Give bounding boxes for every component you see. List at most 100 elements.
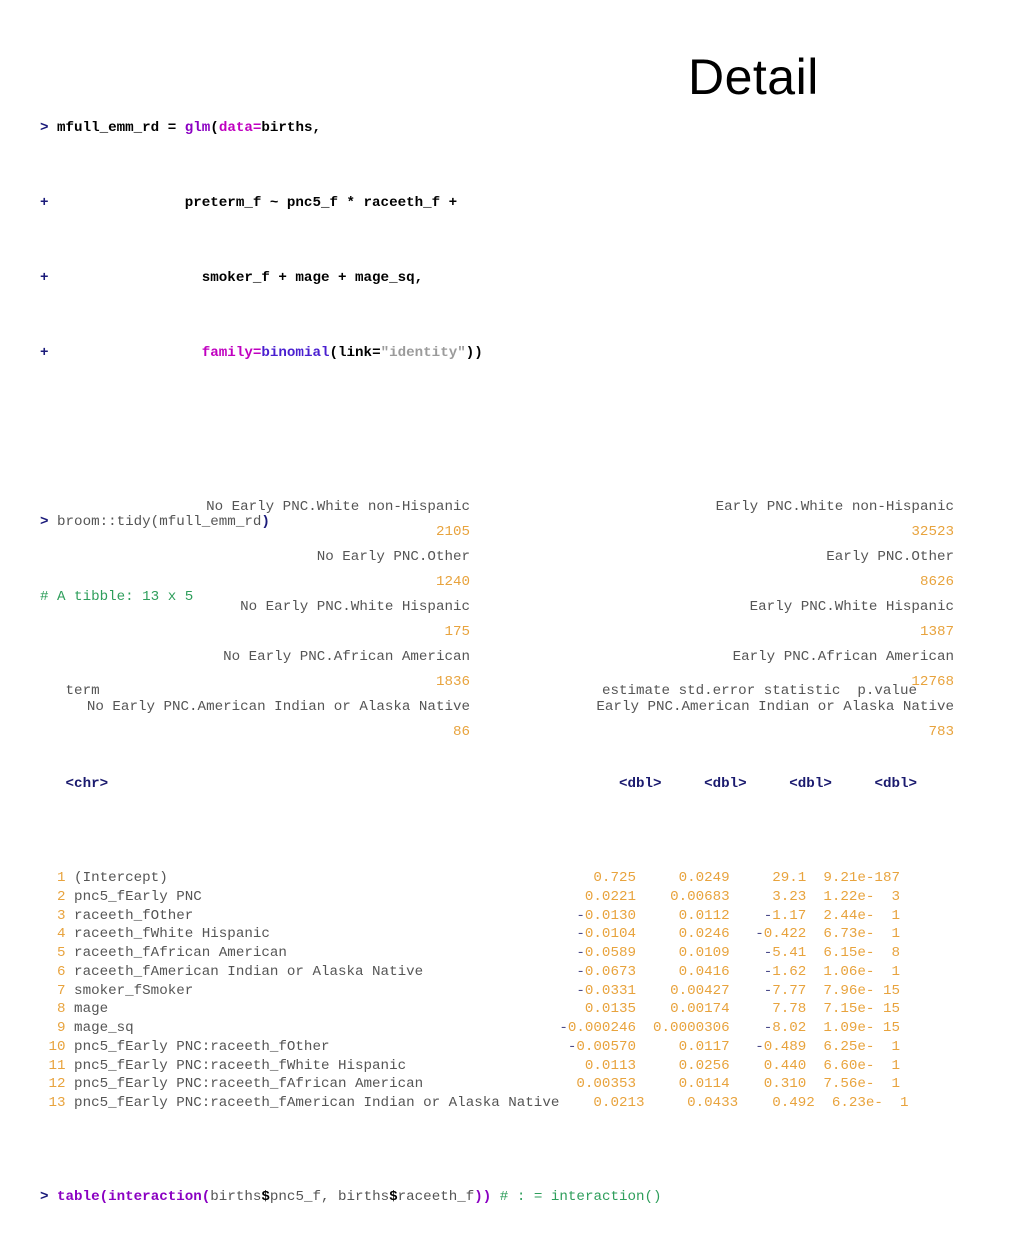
tibble-cell-estimate-value: 0.0589 <box>584 945 636 961</box>
tibble-cell-estimate-sign: - <box>559 1020 568 1036</box>
tibble-cell-estimate-sign: - <box>576 963 585 980</box>
tibble-cell-statistic-value: 29.1 <box>772 870 807 886</box>
tibble-cell-estimate-sign: - <box>567 1038 577 1055</box>
tibble-cell-std-error-value: 0.0256 <box>678 1057 730 1074</box>
tibble-cell-estimate-pad <box>551 1001 585 1017</box>
tibble-cell-estimate-value: 0.0104 <box>584 926 636 943</box>
tibble-cell-std-error: 0.0256 <box>636 1058 730 1074</box>
crosstab-cell-right: Early PNC.Other 8626 <box>524 545 954 595</box>
glm-assignment-text: mfull_emm_rd = <box>48 120 185 136</box>
tibble-cell-p-value-value: 9.21e-187 <box>823 870 900 886</box>
tibble-row-number: 9 <box>40 1020 66 1036</box>
tibble-cell-statistic-value: 0.492 <box>772 1095 815 1111</box>
glm-family-indent <box>49 345 202 361</box>
console-line-glm-4: + family=binomial(link="identity")) <box>40 344 1000 363</box>
crosstab-row: No Early PNC.African American 1836 Early P… <box>40 645 984 695</box>
tibble-cell-p-value-value: 1.22e- 3 <box>823 888 900 905</box>
tibble-cell-statistic: 29.1 <box>730 870 807 886</box>
tibble-cell-std-error-value: 0.0112 <box>678 907 730 924</box>
tibble-cell-p-value: 2.44e- 1 <box>806 908 900 924</box>
crosstab-category-label: Early PNC.White non-Hispanic <box>715 499 954 515</box>
tibble-cell-estimate-value: 0.0130 <box>584 907 636 924</box>
dollar-operator-2: $ <box>389 1188 398 1205</box>
tibble-cell-p-value-pad <box>806 870 823 886</box>
tibble-row: 8 mage 0.0135 0.00174 7.78 7.15e- 15 <box>40 1000 1000 1019</box>
tibble-cell-p-value: 1.22e- 3 <box>806 889 900 905</box>
tibble-cell-p-value-value: 1.09e- 15 <box>823 1020 900 1036</box>
tibble-row: 5 raceeth_fAfrican American -0.0589 0.01… <box>40 944 1000 963</box>
tibble-cell-estimate: -0.000246 <box>551 1020 636 1036</box>
tibble-cell-p-value: 7.15e- 15 <box>806 1001 900 1017</box>
tibble-row-number: 5 <box>40 945 66 961</box>
interaction-function-name: interaction <box>108 1188 202 1205</box>
tibble-cell-std-error-value: 0.00683 <box>670 888 730 905</box>
prompt-symbol: > <box>40 1188 49 1205</box>
tibble-cell-statistic-sign: - <box>763 963 773 980</box>
binomial-open-paren: ( <box>329 345 339 361</box>
tibble-cell-p-value-pad <box>806 1001 823 1017</box>
crosstab-cell-right: Early PNC.African American 12768 <box>524 645 954 695</box>
tibble-row-number: 8 <box>40 1001 66 1018</box>
tibble-cell-std-error-pad <box>636 908 679 924</box>
tibble-cell-std-error-pad <box>636 1020 653 1036</box>
tibble-cell-estimate: 0.0221 <box>551 889 636 905</box>
glm-open-paren: ( <box>210 120 219 136</box>
crosstab-cell-right: Early PNC.White Hispanic 1387 <box>524 595 954 645</box>
glm-function-name: glm <box>184 120 211 136</box>
tibble-cell-p-value-pad <box>806 964 823 980</box>
tibble-cell-statistic: -0.489 <box>730 1038 807 1055</box>
tibble-cell-std-error-value: 0.0109 <box>678 945 730 961</box>
dtype-p-value: <dbl> <box>874 776 918 793</box>
tibble-cell-statistic-pad <box>730 1001 773 1017</box>
tibble-cell-estimate-pad <box>551 945 577 961</box>
tibble-cell-statistic-value: 5.41 <box>772 945 807 961</box>
tibble-row-number: 7 <box>40 982 66 999</box>
crosstab-cell-right: Early PNC.White non-Hispanic 32523 <box>524 495 954 545</box>
crosstab-row: No Early PNC.American Indian or Alaska N… <box>40 695 984 745</box>
crosstab-row: No Early PNC.White Hispanic 175 Early PNC.… <box>40 595 984 645</box>
crosstab-count-value: 12768 <box>911 674 954 690</box>
table-open-paren: ( <box>99 1188 109 1205</box>
dtype-gap-1 <box>108 776 619 792</box>
tibble-cell-estimate: 0.0213 <box>559 1095 644 1111</box>
crosstab-cell-left: No Early PNC.African American 1836 <box>40 645 470 695</box>
tibble-cell-estimate-pad <box>551 1058 585 1074</box>
tibble-cell-statistic-value: 0.422 <box>763 926 807 943</box>
tibble-cell-statistic: -0.422 <box>730 926 807 943</box>
tibble-cell-p-value-value: 6.60e- 1 <box>823 1057 900 1074</box>
tibble-cell-p-value-value: 6.15e- 8 <box>823 945 900 961</box>
tibble-cell-std-error: 0.0246 <box>636 926 730 942</box>
crosstab-cell-left: No Early PNC.American Indian or Alaska N… <box>40 695 470 745</box>
tibble-cell-p-value: 6.60e- 1 <box>806 1058 900 1074</box>
tibble-row: 4 raceeth_fWhite Hispanic -0.0104 0.0246… <box>40 925 1000 944</box>
tibble-cell-statistic-sign: - <box>763 945 773 961</box>
tibble-cell-statistic-value: 0.440 <box>763 1057 807 1074</box>
interaction-crosstab: No Early PNC.White non-Hispanic 2105 Early… <box>40 495 984 745</box>
glm-formula-line-1: preterm_f ~ pnc5_f * raceeth_f + <box>48 195 458 211</box>
tibble-cell-std-error: 0.0112 <box>636 908 730 924</box>
dtype-statistic: <dbl> <box>789 776 832 793</box>
tibble-cell-p-value-value: 7.56e- 1 <box>823 1076 900 1093</box>
tibble-cell-p-value-pad <box>806 1020 823 1036</box>
tibble-cell-term: smoker_fSmoker <box>65 982 551 999</box>
tibble-cell-term: pnc5_fEarly PNC:raceeth_fAfrican America… <box>65 1076 551 1093</box>
dtype-std-error: <dbl> <box>704 776 747 793</box>
tibble-cell-std-error-pad <box>636 1001 670 1017</box>
tibble-row-number: 11 <box>40 1057 66 1074</box>
tibble-cell-statistic-sign: - <box>763 1020 773 1036</box>
tibble-cell-estimate: -0.0589 <box>551 945 636 961</box>
tibble-cell-estimate: -0.00570 <box>551 1039 636 1055</box>
tibble-cell-std-error-pad <box>636 1058 679 1074</box>
tibble-cell-statistic: 0.310 <box>730 1076 807 1092</box>
tibble-cell-statistic-pad <box>730 926 756 942</box>
tibble-cell-statistic-pad <box>730 889 773 905</box>
tibble-cell-statistic-value: 0.489 <box>763 1038 807 1055</box>
tibble-cell-std-error-value: 0.0433 <box>687 1095 739 1111</box>
tibble-cell-statistic-pad <box>730 908 764 924</box>
tibble-cell-p-value-pad <box>806 945 823 961</box>
tibble-cell-p-value: 9.21e-187 <box>806 870 900 886</box>
tibble-cell-p-value-pad <box>806 926 823 942</box>
crosstab-category-label: Early PNC.African American <box>732 649 954 665</box>
tibble-cell-statistic-sign: - <box>763 907 773 924</box>
tibble-row: 7 smoker_fSmoker -0.0331 0.00427 -7.77 7… <box>40 982 1000 1001</box>
